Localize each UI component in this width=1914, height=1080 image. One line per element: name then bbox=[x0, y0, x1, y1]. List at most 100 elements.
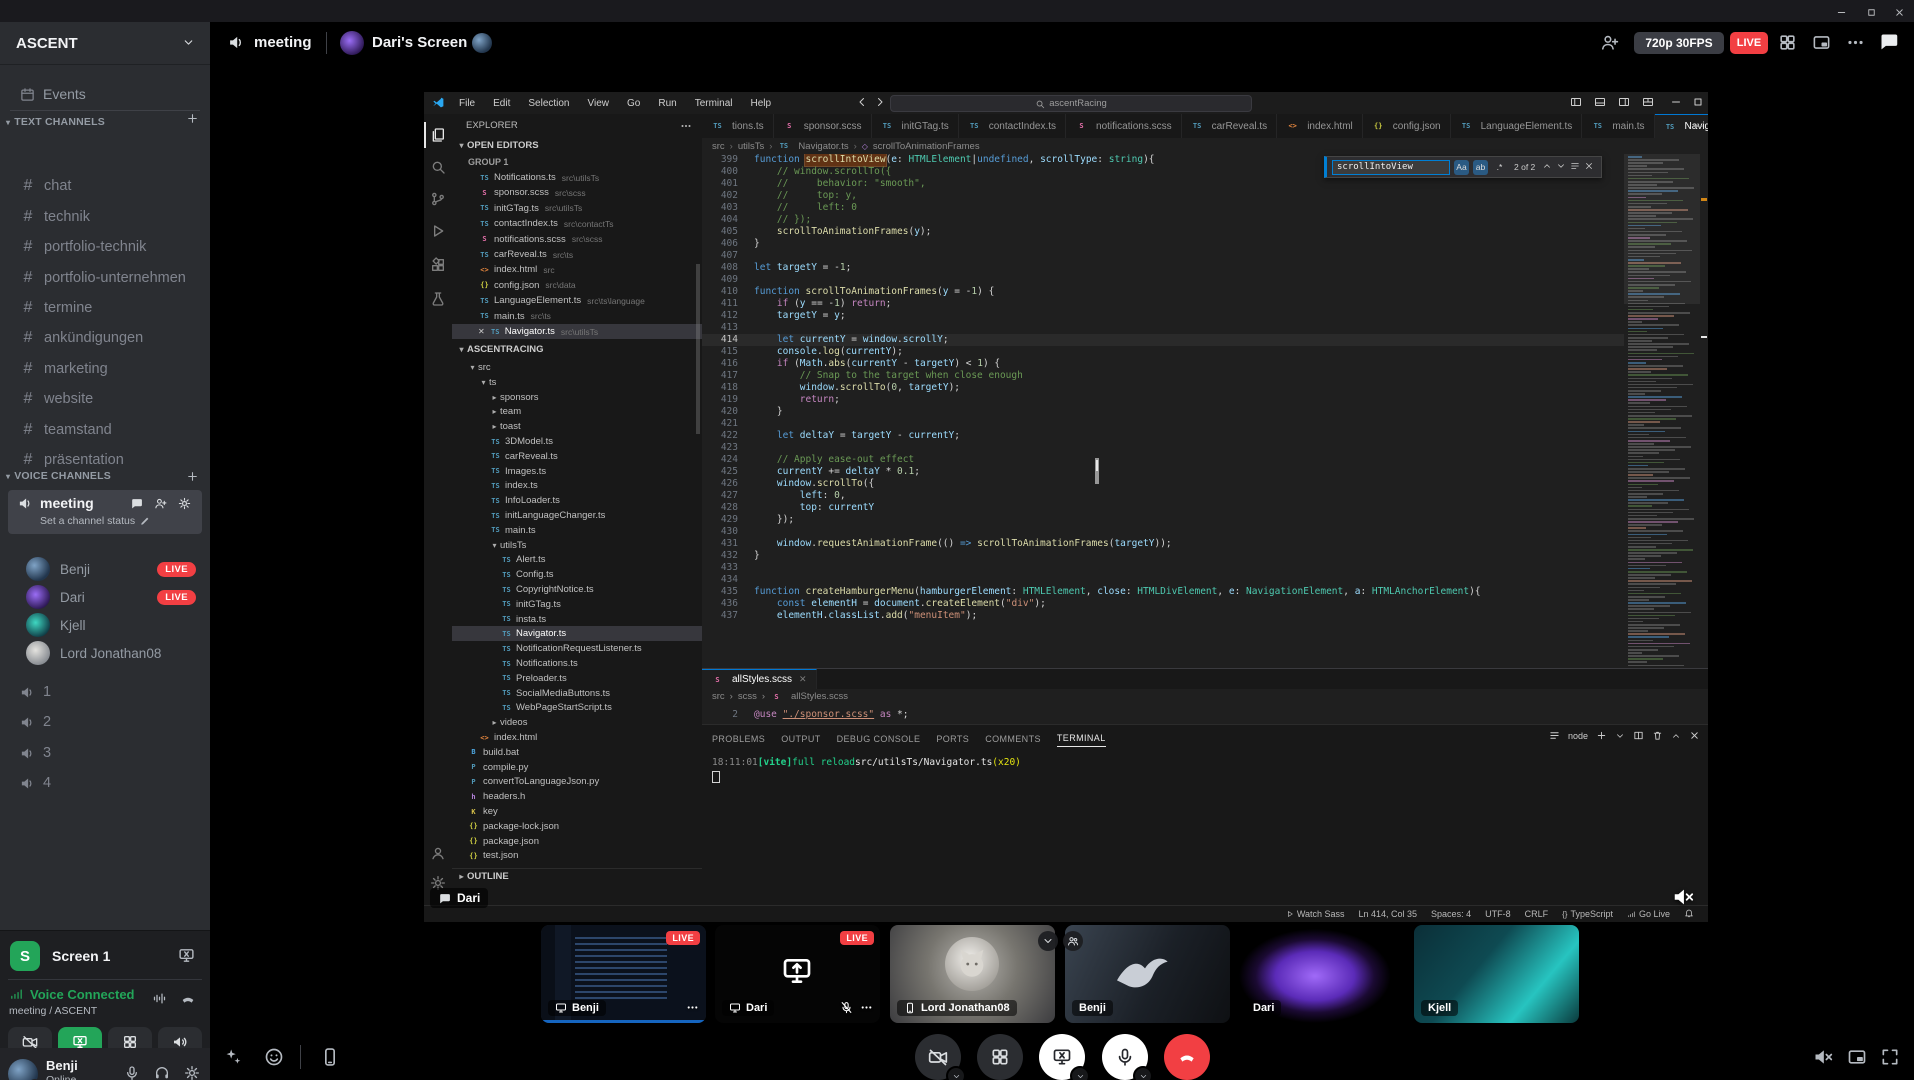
open-editor-index.html[interactable]: <>index.htmlsrc bbox=[452, 262, 702, 277]
chevron-down-icon[interactable] bbox=[1615, 731, 1625, 741]
stop-watching-icon[interactable] bbox=[178, 947, 195, 969]
layout-grid-icon[interactable] bbox=[1778, 33, 1797, 57]
noise-suppression-icon[interactable] bbox=[152, 991, 167, 1011]
tree-item-package-lock.json[interactable]: {}package-lock.json bbox=[452, 819, 702, 834]
menu-file[interactable]: File bbox=[450, 98, 484, 109]
close-tab-icon[interactable]: ✕ bbox=[799, 674, 807, 685]
tab-sponsor.scss[interactable]: Ssponsor.scss bbox=[774, 114, 872, 138]
maximize-button[interactable] bbox=[1866, 5, 1877, 23]
list-icon[interactable] bbox=[1549, 730, 1560, 741]
breadcrumb-item[interactable]: scss bbox=[738, 691, 757, 702]
open-editor-sponsor.scss[interactable]: Ssponsor.scsssrc\scss bbox=[452, 185, 702, 200]
open-chat-icon[interactable] bbox=[130, 497, 143, 515]
tree-item-Notifications.ts[interactable]: TSNotifications.ts bbox=[452, 656, 702, 671]
voice-channel-1[interactable]: 1 bbox=[8, 678, 202, 706]
search-view-icon[interactable] bbox=[424, 154, 452, 180]
minimize-button[interactable] bbox=[1836, 5, 1847, 23]
breadcrumb-item[interactable]: Navigator.ts bbox=[798, 141, 848, 152]
menu-selection[interactable]: Selection bbox=[519, 98, 578, 109]
channel-settings-icon[interactable] bbox=[178, 497, 191, 515]
menu-help[interactable]: Help bbox=[742, 98, 781, 109]
vscode-minimize-icon[interactable] bbox=[1670, 96, 1682, 111]
deafen-button[interactable] bbox=[154, 1065, 170, 1080]
source-control-view-icon[interactable] bbox=[424, 186, 452, 212]
open-editor-notifications.scss[interactable]: Snotifications.scsssrc\scss bbox=[452, 232, 702, 247]
extensions-view-icon[interactable] bbox=[424, 252, 452, 278]
breadcrumb-item[interactable]: src bbox=[712, 141, 725, 152]
regex-toggle[interactable]: .* bbox=[1492, 160, 1507, 175]
tab-allStyles.scss[interactable]: SallStyles.scss✕ bbox=[702, 669, 817, 689]
open-editor-Navigator.ts[interactable]: ✕TSNavigator.tssrc\utilsTs bbox=[452, 324, 702, 339]
tree-item-build.bat[interactable]: Bbuild.bat bbox=[452, 745, 702, 760]
tree-item-WebPageStartScript.ts[interactable]: TSWebPageStartScript.ts bbox=[452, 700, 702, 715]
user-settings-button[interactable] bbox=[184, 1065, 200, 1080]
workspace-header[interactable]: ▾ASCENTRACING bbox=[452, 342, 702, 357]
collapse-tiles-button[interactable] bbox=[1038, 931, 1058, 951]
split-icon[interactable] bbox=[1633, 730, 1644, 741]
tree-item-compile.py[interactable]: Pcompile.py bbox=[452, 760, 702, 775]
tree-item-ts[interactable]: ▾ts bbox=[452, 375, 702, 390]
screen-share-card[interactable]: SScreen 1 bbox=[0, 937, 210, 977]
toggle-secondary-sidebar-icon[interactable] bbox=[1618, 96, 1630, 111]
voice-channel-4[interactable]: 4 bbox=[8, 769, 202, 797]
tree-item-insta.ts[interactable]: TSinsta.ts bbox=[452, 612, 702, 627]
find-input[interactable]: scrollIntoView bbox=[1332, 160, 1450, 175]
tab-initGTag.ts[interactable]: TSinitGTag.ts bbox=[872, 114, 959, 138]
participant-tile-kjell[interactable]: Kjell bbox=[1414, 925, 1579, 1023]
voice-member-dari[interactable]: DariLIVE bbox=[26, 584, 202, 610]
menu-edit[interactable]: Edit bbox=[484, 98, 519, 109]
show-members-button[interactable] bbox=[1063, 931, 1083, 951]
menu-view[interactable]: View bbox=[579, 98, 619, 109]
close-x-icon[interactable] bbox=[1689, 730, 1700, 741]
tree-item-team[interactable]: ▸team bbox=[452, 404, 702, 419]
panel-tab-terminal[interactable]: TERMINAL bbox=[1057, 733, 1106, 747]
voice-member-kjell[interactable]: Kjell bbox=[26, 612, 202, 638]
menu-run[interactable]: Run bbox=[649, 98, 685, 109]
open-editors-header[interactable]: ▾OPEN EDITORS bbox=[452, 138, 702, 153]
toggle-panel-icon[interactable] bbox=[1594, 96, 1606, 111]
find-in-selection-icon[interactable] bbox=[1570, 161, 1580, 174]
vscode-editor[interactable]: 399function scrollIntoView(e: HTMLElemen… bbox=[702, 154, 1624, 668]
mute-microphone-button-options[interactable] bbox=[1133, 1066, 1153, 1080]
participant-tile-benji[interactable]: Benji bbox=[1065, 925, 1230, 1023]
voice-member-benji[interactable]: BenjiLIVE bbox=[26, 556, 202, 582]
tree-item-carReveal.ts[interactable]: TScarReveal.ts bbox=[452, 449, 702, 464]
open-editor-initGTag.ts[interactable]: TSinitGTag.tssrc\utilsTs bbox=[452, 201, 702, 216]
open-editor-contactIndex.ts[interactable]: TScontactIndex.tssrc\contactTs bbox=[452, 216, 702, 231]
disconnect-icon[interactable] bbox=[180, 991, 196, 1012]
fullscreen-icon[interactable] bbox=[1880, 1047, 1900, 1072]
history-forward-icon[interactable] bbox=[874, 96, 886, 111]
sidebar-channel-marketing[interactable]: #marketing bbox=[8, 355, 202, 383]
text-channels-header[interactable]: ▾TEXT CHANNELS bbox=[6, 112, 204, 132]
minimap-slider[interactable] bbox=[1624, 154, 1700, 304]
tree-item-Navigator.ts[interactable]: TSNavigator.ts bbox=[452, 626, 702, 641]
panel-tab-debug-console[interactable]: DEBUG CONSOLE bbox=[837, 734, 921, 747]
status-item-typescript[interactable]: {}TypeScript bbox=[1562, 909, 1613, 919]
tree-item-videos[interactable]: ▸videos bbox=[452, 715, 702, 730]
find-prev-icon[interactable] bbox=[1542, 161, 1552, 174]
sidebar-channel-termine[interactable]: #termine bbox=[8, 294, 202, 322]
popout-icon[interactable] bbox=[1812, 33, 1831, 57]
vscode-minimap[interactable] bbox=[1624, 154, 1700, 668]
sidebar-channel-portfolio-unternehmen[interactable]: #portfolio-unternehmen bbox=[8, 264, 202, 292]
menu-go[interactable]: Go bbox=[618, 98, 649, 109]
avatar[interactable] bbox=[8, 1059, 38, 1080]
tree-item-Preloader.ts[interactable]: TSPreloader.ts bbox=[452, 671, 702, 686]
disconnect-button[interactable] bbox=[1164, 1034, 1210, 1080]
toggle-sidebar-icon[interactable] bbox=[1570, 96, 1582, 111]
dots-icon[interactable] bbox=[686, 1001, 699, 1014]
open-editor-Notifications.ts[interactable]: TSNotifications.tssrc\utilsTs bbox=[452, 170, 702, 185]
tree-item-3DModel.ts[interactable]: TS3DModel.ts bbox=[452, 434, 702, 449]
status-item-spaces-4[interactable]: Spaces: 4 bbox=[1431, 909, 1471, 919]
tree-item-convertToLanguageJson.py[interactable]: PconvertToLanguageJson.py bbox=[452, 774, 702, 789]
add-to-call-icon[interactable] bbox=[1600, 33, 1619, 57]
tab-index.html[interactable]: <>index.html bbox=[1277, 114, 1363, 138]
whole-word-toggle[interactable]: ab bbox=[1473, 160, 1488, 175]
tree-item-package.json[interactable]: {}package.json bbox=[452, 834, 702, 849]
participant-tile-lord-jonathan08[interactable]: Lord Jonathan08 bbox=[890, 925, 1055, 1023]
tab-tions.ts[interactable]: TStions.ts bbox=[702, 114, 774, 138]
panel-tab-problems[interactable]: PROBLEMS bbox=[712, 734, 765, 747]
menu-terminal[interactable]: Terminal bbox=[686, 98, 742, 109]
explorer-more-icon[interactable] bbox=[680, 120, 692, 135]
breadcrumb-item[interactable]: utilsTs bbox=[738, 141, 764, 152]
